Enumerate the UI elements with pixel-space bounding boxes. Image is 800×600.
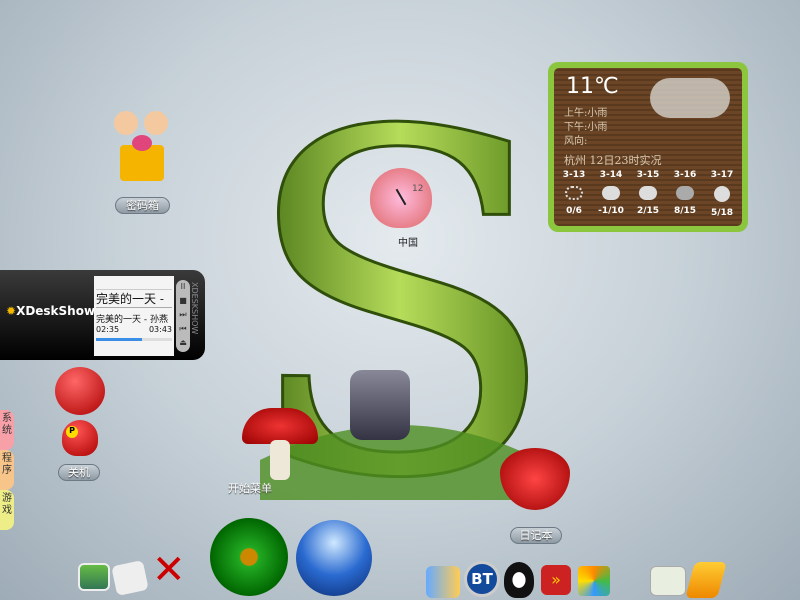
- side-tab-games[interactable]: 游戏: [0, 490, 14, 530]
- music-player[interactable]: ✹XDeskShow 完美的一天 - 完美的一天 - 孙燕 02:35 03:43…: [0, 270, 205, 360]
- icq-flower-icon[interactable]: [210, 518, 288, 596]
- mushroom-stem: [270, 440, 290, 480]
- side-tab-programs[interactable]: 程序: [0, 450, 14, 490]
- power-icon[interactable]: P: [62, 420, 98, 456]
- clock-number: 12: [412, 184, 424, 194]
- winamp-icon[interactable]: [685, 562, 727, 598]
- qq-penguin-icon[interactable]: [504, 562, 534, 598]
- snow-icon: [565, 186, 583, 200]
- player-track: 完美的一天 - 孙燕: [96, 315, 168, 325]
- player-brand: ✹XDeskShow: [6, 304, 96, 318]
- stop-button[interactable]: ■: [176, 294, 190, 308]
- cloudy-icon: [602, 186, 620, 200]
- player-total: 03:43: [148, 325, 172, 334]
- moon-icon: [714, 186, 730, 202]
- eject-button[interactable]: ⏏: [176, 336, 190, 350]
- start-menu-label[interactable]: 开始菜单: [222, 481, 278, 498]
- diary-label[interactable]: 日记本: [510, 527, 562, 544]
- document-icon[interactable]: [111, 560, 149, 596]
- weather-morning: 上午:小雨: [564, 108, 608, 119]
- weather-wind: 风向:: [564, 136, 588, 147]
- weather-afternoon: 下午:小雨: [564, 122, 608, 133]
- pause-button[interactable]: II: [176, 280, 190, 294]
- butterfly-icon[interactable]: [426, 566, 460, 598]
- bt-icon[interactable]: BT: [464, 561, 500, 597]
- player-progress[interactable]: [96, 338, 142, 341]
- password-box-icon[interactable]: [110, 105, 170, 185]
- forecast-day: 3-17 5/18: [710, 170, 734, 218]
- cloudy-icon: [639, 186, 657, 200]
- desktop-picture-icon[interactable]: [78, 563, 110, 591]
- prev-button[interactable]: ⏮: [176, 322, 190, 336]
- globe-icon[interactable]: [296, 520, 372, 596]
- player-screen: 完美的一天 - 完美的一天 - 孙燕 02:35 03:43: [94, 276, 174, 356]
- forecast-day: 3-14 -1/10: [598, 170, 624, 216]
- weather-location: 杭州 12日23时实况: [564, 154, 662, 167]
- mascot-icon[interactable]: [55, 367, 105, 415]
- rain-cloud-icon: [650, 78, 730, 118]
- puzzle-icon[interactable]: [578, 566, 610, 596]
- player-controls[interactable]: II ■ ⏭ ⏮ ⏏: [176, 280, 190, 352]
- forecast-day: 3-16 8/15: [673, 170, 697, 216]
- forecast-day: 3-13 0/6: [562, 170, 586, 216]
- forecast-day: 3-15 2/15: [636, 170, 660, 216]
- weather-widget[interactable]: 11℃ 上午:小雨 下午:小雨 风向: 杭州 12日23时实况 3-13 0/6 …: [548, 62, 748, 232]
- password-box-label[interactable]: 密码箱: [115, 197, 170, 214]
- heart-clock-icon[interactable]: 12: [370, 168, 432, 228]
- strawberry-icon[interactable]: [500, 448, 570, 510]
- rain-cloud-icon: [676, 186, 694, 200]
- side-tab-system[interactable]: 系统: [0, 410, 14, 450]
- player-side-text: XDESKSHOW: [190, 282, 199, 335]
- web-page-icon[interactable]: [650, 566, 686, 596]
- clock-label: 中国: [398, 238, 418, 249]
- settings-gear-icon[interactable]: [350, 370, 410, 440]
- tools-icon[interactable]: ✕: [152, 545, 202, 595]
- player-title: 完美的一天 -: [96, 290, 172, 308]
- player-elapsed: 02:35: [96, 325, 120, 334]
- shutdown-label[interactable]: 关机: [58, 464, 100, 481]
- download-icon[interactable]: »: [541, 565, 571, 595]
- next-button[interactable]: ⏭: [176, 308, 190, 322]
- weather-temp: 11℃: [566, 74, 619, 99]
